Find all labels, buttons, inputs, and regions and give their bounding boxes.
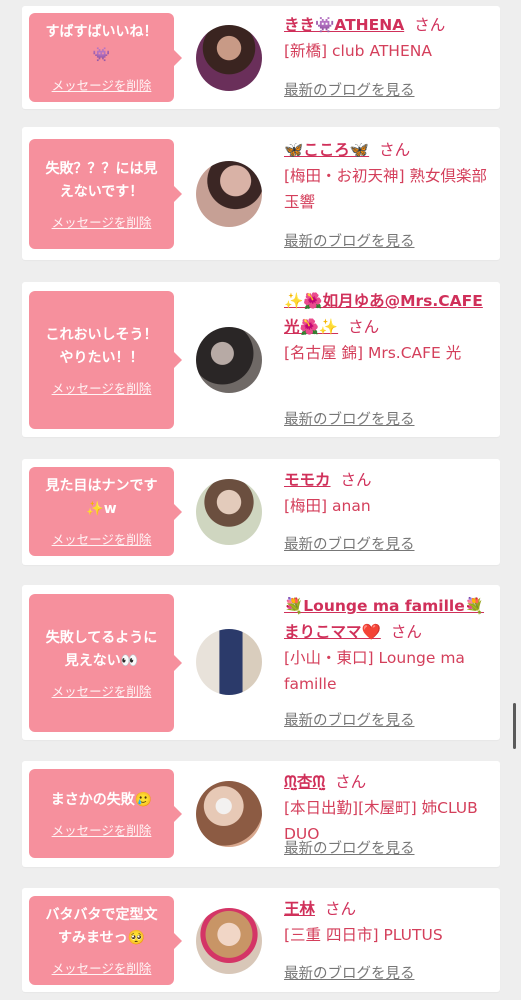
latest-blog-link[interactable]: 最新のブログを見る	[284, 837, 415, 858]
shop-name: [新橋] club ATHENA	[284, 42, 432, 60]
honorific: さん	[390, 623, 422, 641]
message-bubble: これおいしそう！ やりたい！！ メッセージを削除	[29, 291, 182, 429]
profile-name-link[interactable]: ✨🌺如月ゆあ@Mrs.CAFE光🌺✨	[284, 292, 483, 336]
message-bubble: 失敗してるように 見えない👀 メッセージを削除	[29, 594, 182, 732]
message-text: まさかの失敗🥲	[51, 789, 152, 812]
avatar[interactable]	[196, 25, 262, 91]
message-line: 見た目はナンです	[45, 478, 158, 494]
profile-name-link[interactable]: きき👾ATHENA	[284, 16, 404, 34]
message-bubble: 見た目はナンです ✨w メッセージを削除	[29, 467, 182, 556]
avatar[interactable]	[196, 479, 262, 545]
scrollbar[interactable]	[513, 703, 516, 749]
message-line: えないです！	[59, 183, 144, 200]
avatar[interactable]	[196, 908, 262, 974]
avatar[interactable]	[196, 161, 262, 227]
delete-message-link[interactable]: メッセージを削除	[52, 958, 152, 977]
profile-info: ✨🌺如月ゆあ@Mrs.CAFE光🌺✨ さん [名古屋 錦] Mrs.CAFE 光	[284, 288, 492, 366]
message-bubble: バタバタで定型文 すみませっ🥺 メッセージを削除	[29, 896, 182, 985]
avatar[interactable]	[196, 781, 262, 847]
message-bubble: 失敗？？？には見 えないです！ メッセージを削除	[29, 139, 182, 249]
message-line: バタバタで定型文	[45, 907, 158, 923]
honorific: さん	[348, 318, 380, 336]
honorific: さん	[335, 773, 367, 791]
message-card: 見た目はナンです ✨w メッセージを削除 モモカ さん [梅田] anan 最新の…	[22, 459, 500, 565]
message-text: すばすばいいね！ 👾	[46, 21, 158, 67]
message-text: これおいしそう！ やりたい！！	[46, 324, 158, 370]
profile-info: モモカ さん [梅田] anan	[284, 467, 492, 519]
message-line: まさかの失敗🥲	[50, 791, 153, 808]
message-text: 失敗？？？には見 えないです！	[46, 158, 158, 204]
profile-info: きき👾ATHENA さん [新橋] club ATHENA	[284, 12, 492, 64]
message-card: まさかの失敗🥲 メッセージを削除 ᙏ̤̫杏ᙏ̤̫ さん [本日出勤][木屋町] 姉…	[22, 761, 500, 867]
shop-name: [小山・東口] Lounge ma famille	[284, 649, 465, 693]
profile-info: 🦋こころ🦋 さん [梅田・お初天神] 熟女倶楽部 玉響	[284, 137, 492, 215]
delete-message-link[interactable]: メッセージを削除	[52, 212, 152, 231]
avatar[interactable]	[196, 327, 262, 393]
message-line: すばすばいいね！	[45, 24, 158, 40]
latest-blog-link[interactable]: 最新のブログを見る	[284, 709, 415, 730]
message-card: 失敗してるように 見えない👀 メッセージを削除 💐Lounge ma famil…	[22, 585, 500, 740]
message-line: 見えない👀	[64, 652, 139, 669]
honorific: さん	[379, 141, 411, 159]
avatar[interactable]	[196, 629, 262, 695]
latest-blog-link[interactable]: 最新のブログを見る	[284, 230, 415, 251]
profile-name-link[interactable]: 🦋こころ🦋	[284, 141, 369, 159]
shop-name: [三重 四日市] PLUTUS	[284, 926, 443, 944]
honorific: さん	[414, 16, 446, 34]
message-card: これおいしそう！ やりたい！！ メッセージを削除 ✨🌺如月ゆあ@Mrs.CAFE…	[22, 282, 500, 437]
latest-blog-link[interactable]: 最新のブログを見る	[284, 408, 415, 429]
honorific: さん	[325, 900, 357, 918]
message-bubble: まさかの失敗🥲 メッセージを削除	[29, 769, 182, 858]
shop-name: [名古屋 錦] Mrs.CAFE 光	[284, 344, 462, 362]
profile-info: ᙏ̤̫杏ᙏ̤̫ さん [本日出勤][木屋町] 姉CLUB DUO	[284, 769, 492, 847]
message-card: 失敗？？？には見 えないです！ メッセージを削除 🦋こころ🦋 さん [梅田・お初天…	[22, 127, 500, 260]
shop-name: [梅田] anan	[284, 497, 371, 515]
latest-blog-link[interactable]: 最新のブログを見る	[284, 533, 415, 554]
message-card: バタバタで定型文 すみませっ🥺 メッセージを削除 王林 さん [三重 四日市] P…	[22, 888, 500, 992]
message-text: 失敗してるように 見えない👀	[46, 627, 158, 673]
delete-message-link[interactable]: メッセージを削除	[52, 681, 152, 700]
message-line: 👾	[92, 47, 111, 63]
delete-message-link[interactable]: メッセージを削除	[52, 378, 152, 397]
shop-name: [梅田・お初天神] 熟女倶楽部 玉響	[284, 167, 488, 211]
latest-blog-link[interactable]: 最新のブログを見る	[284, 79, 415, 100]
delete-message-link[interactable]: メッセージを削除	[52, 75, 152, 94]
profile-name-link[interactable]: 王林	[284, 900, 315, 918]
latest-blog-link[interactable]: 最新のブログを見る	[284, 962, 415, 983]
message-card: すばすばいいね！ 👾 メッセージを削除 きき👾ATHENA さん [新橋] clu…	[22, 6, 500, 109]
profile-name-link[interactable]: 💐Lounge ma famille💐まりこママ❤️	[284, 597, 484, 641]
delete-message-link[interactable]: メッセージを削除	[52, 529, 152, 548]
message-line: これおいしそう！	[45, 326, 158, 343]
profile-info: 💐Lounge ma famille💐まりこママ❤️ さん [小山・東口] Lou…	[284, 593, 492, 697]
honorific: さん	[340, 471, 372, 489]
message-line: やりたい！！	[59, 349, 144, 366]
message-line: すみませっ🥺	[57, 930, 145, 946]
message-line: 失敗？？？には見	[45, 160, 158, 177]
message-line: 失敗してるように	[45, 629, 158, 646]
delete-message-link[interactable]: メッセージを削除	[52, 820, 152, 839]
message-bubble: すばすばいいね！ 👾 メッセージを削除	[29, 13, 182, 102]
profile-name-link[interactable]: ᙏ̤̫杏ᙏ̤̫	[284, 773, 325, 791]
message-text: バタバタで定型文 すみませっ🥺	[46, 904, 158, 950]
message-line: ✨w	[86, 501, 117, 517]
profile-info: 王林 さん [三重 四日市] PLUTUS	[284, 896, 492, 948]
message-text: 見た目はナンです ✨w	[46, 475, 158, 521]
profile-name-link[interactable]: モモカ	[284, 471, 331, 489]
